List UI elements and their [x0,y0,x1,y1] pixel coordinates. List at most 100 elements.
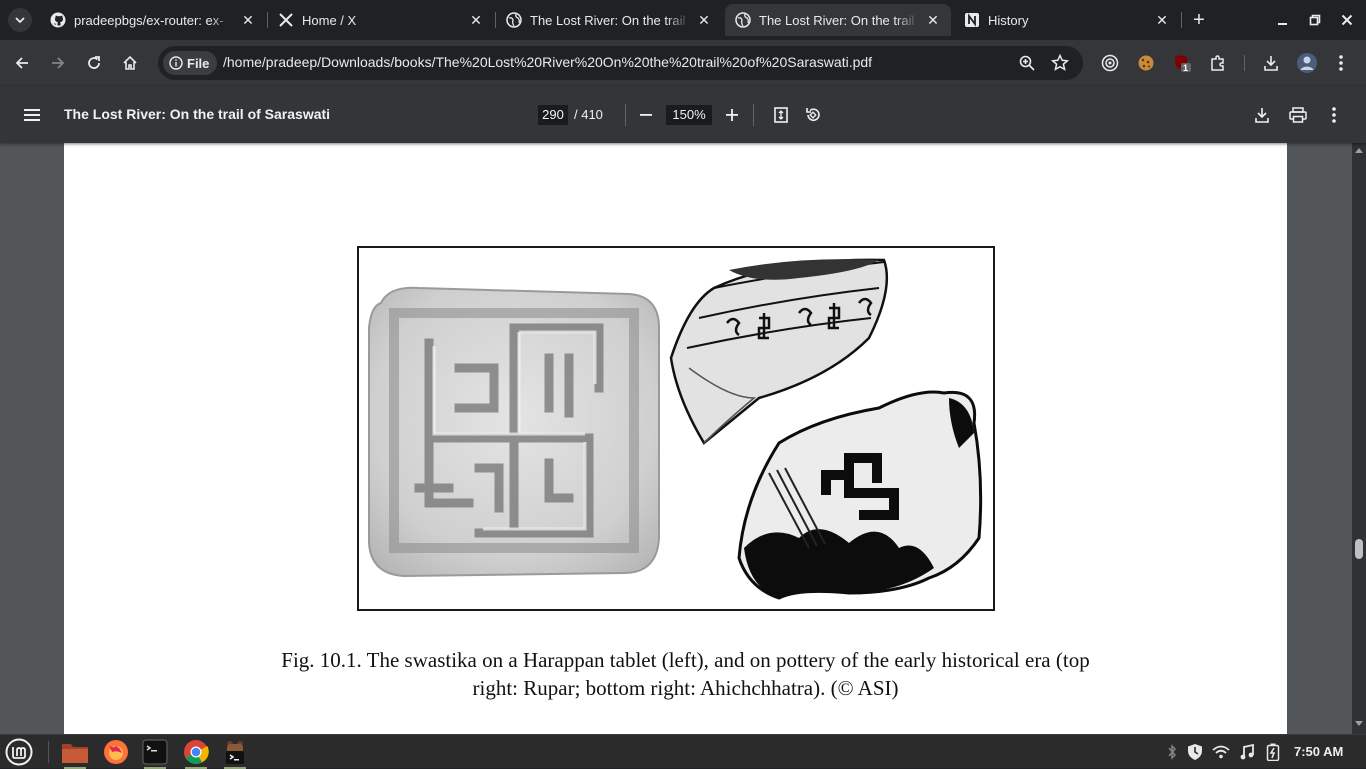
downloads-button[interactable] [1259,51,1283,75]
figure-image [357,246,995,611]
minimize-icon [1278,23,1287,25]
url-text[interactable]: /home/pradeep/Downloads/books/The%20Lost… [223,54,872,70]
arrow-right-icon [52,57,65,69]
star-icon [1051,54,1069,71]
start-menu-button[interactable] [4,738,34,766]
tab-lost-river-1[interactable]: The Lost River: On the trail ✕ [496,4,722,36]
extension-cookie[interactable] [1134,51,1158,75]
browser-toolbar: File /home/pradeep/Downloads/books/The%2… [0,40,1366,86]
site-info-chip[interactable]: File [163,51,218,75]
magnifier-zoom-icon [1019,55,1035,71]
minus-icon [640,114,652,116]
github-icon [50,12,66,28]
download-icon [1255,108,1269,123]
minimize-button[interactable] [1273,10,1293,30]
zoom-indicator[interactable] [1017,53,1037,73]
wifi-icon[interactable] [1212,743,1230,761]
tab-search-button[interactable] [8,8,32,32]
battery-charging-icon[interactable] [1264,743,1282,761]
tab-title: The Lost River: On the trail [759,12,915,28]
close-icon [1341,14,1353,26]
address-bar[interactable]: File /home/pradeep/Downloads/books/The%2… [158,46,1083,80]
sidebar-toggle-button[interactable] [20,103,44,127]
info-icon [169,56,183,70]
tab-separator [1181,12,1182,28]
close-window-button[interactable] [1337,10,1357,30]
scroll-up-arrow-icon[interactable] [1355,148,1363,153]
tab-history[interactable]: History ✕ [954,4,1180,36]
bookmark-button[interactable] [1050,53,1070,73]
taskbar-chrome[interactable] [181,738,211,769]
taskbar-files[interactable] [60,738,90,769]
close-icon[interactable]: ✕ [1154,12,1170,28]
zoom-out-button[interactable] [634,103,658,127]
scroll-down-arrow-icon[interactable] [1355,721,1363,726]
update-shield-icon[interactable] [1186,743,1204,761]
extensions-menu-button[interactable] [1206,51,1230,75]
printer-icon [1289,107,1307,123]
bluetooth-icon[interactable] [1163,743,1181,761]
close-icon[interactable]: ✕ [925,12,941,28]
tab-lost-river-active[interactable]: The Lost River: On the trail ✕ [725,4,951,36]
caption-line-2: right: Rupar; bottom right: Ahichchhatra… [472,676,899,700]
taskbar-terminal[interactable] [140,738,170,769]
notion-icon [964,12,980,28]
kebab-menu-icon [1332,107,1336,123]
puzzle-icon [1211,55,1224,71]
zoom-in-button[interactable] [720,103,744,127]
restore-button[interactable] [1305,10,1325,30]
chrome-icon [184,740,209,765]
pdf-toolbar-separator [753,104,754,126]
rotate-icon [806,108,820,121]
taskbar-firefox[interactable] [101,738,131,766]
target-icon [1101,54,1119,72]
scrollbar-thumb[interactable] [1355,539,1363,559]
chevron-down-icon [15,17,25,24]
music-note-icon[interactable] [1238,743,1256,761]
system-clock[interactable]: 7:50 AM [1294,744,1343,759]
pdf-download-button[interactable] [1250,103,1274,127]
vertical-scrollbar[interactable] [1352,143,1366,734]
linux-mint-logo-icon [5,738,33,766]
download-icon [1264,56,1278,71]
taskbar-separator [48,741,49,763]
extension-badge: 1 [1183,63,1189,73]
pdf-page: Fig. 10.1. The swastika on a Harappan ta… [64,143,1287,734]
terminal-icon [142,739,168,765]
x-logo-icon [278,12,294,28]
tab-github[interactable]: pradeepbgs/ex-router: ex- ✕ [40,4,266,36]
figure-caption: Fig. 10.1. The swastika on a Harappan ta… [64,646,1307,702]
taskbar: 7:50 AM [0,734,1366,769]
profile-avatar[interactable] [1295,51,1319,75]
close-icon[interactable]: ✕ [468,12,484,28]
home-button[interactable] [118,51,142,75]
taskbar-terminal-app[interactable] [220,738,250,769]
rotate-button[interactable] [801,103,825,127]
close-icon[interactable]: ✕ [696,12,712,28]
pdf-viewer[interactable]: Fig. 10.1. The swastika on a Harappan ta… [0,143,1366,734]
fit-to-page-button[interactable] [769,103,793,127]
arrow-left-icon [15,57,28,69]
extension-target[interactable] [1098,51,1122,75]
ublock-shield-icon [1175,55,1191,72]
page-number-input[interactable]: 290 [538,105,568,125]
close-icon[interactable]: ✕ [240,12,256,28]
tab-title: Home / X [302,12,357,28]
chrome-menu-button[interactable] [1329,51,1353,75]
zoom-level-input[interactable]: 150% [666,105,712,125]
fit-page-icon [774,107,788,123]
pdf-toolbar: The Lost River: On the trail of Saraswat… [0,86,1366,143]
reload-button[interactable] [82,51,106,75]
pdf-more-actions-button[interactable] [1322,103,1346,127]
firefox-icon [104,740,128,764]
tab-title: pradeepbgs/ex-router: ex- [74,12,224,28]
tab-title: History [988,12,1029,28]
forward-button[interactable] [46,51,70,75]
tab-x-home[interactable]: Home / X ✕ [268,4,494,36]
globe-icon [735,12,751,28]
new-tab-button[interactable]: + [1188,9,1210,31]
back-button[interactable] [10,51,34,75]
home-icon [123,55,137,70]
print-button[interactable] [1286,103,1310,127]
extension-ublock[interactable]: 1 [1170,51,1194,75]
